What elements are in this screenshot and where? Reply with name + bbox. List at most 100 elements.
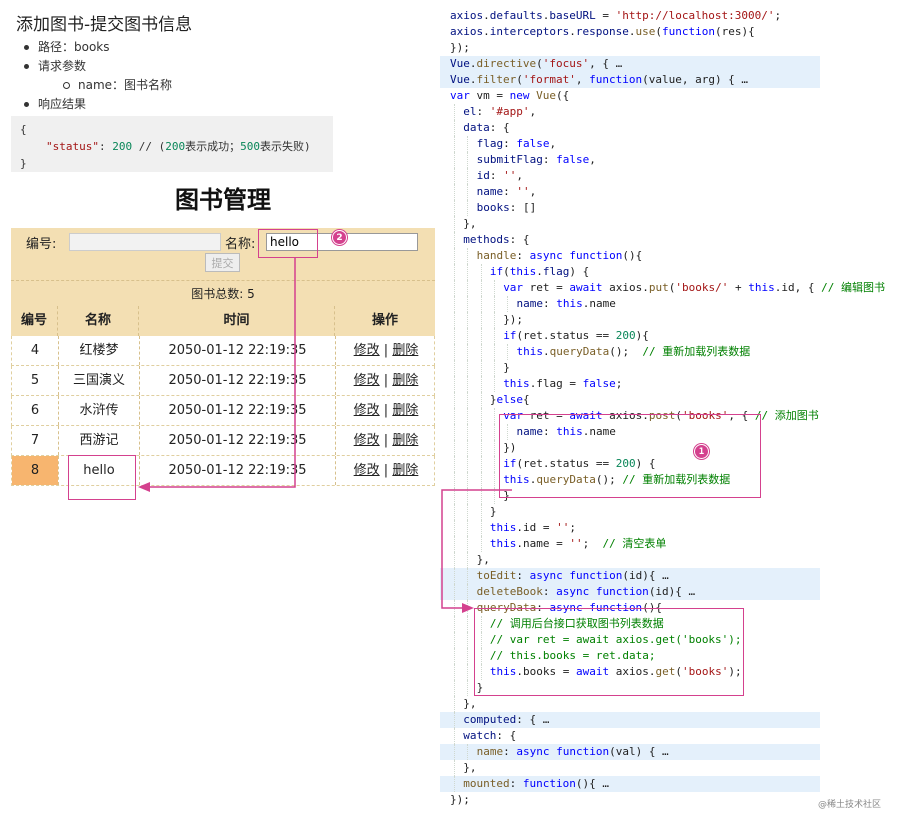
- indent-guide: [467, 200, 469, 216]
- code-line: },: [440, 552, 820, 568]
- code-token: '': [569, 537, 583, 550]
- action-separator: |: [383, 463, 389, 478]
- indent-guide: [480, 280, 482, 296]
- id-input[interactable]: [69, 233, 221, 251]
- code-token: // 重新加载列表数据: [642, 345, 751, 358]
- indent-guide: [454, 104, 455, 120]
- indent-guide: [493, 312, 495, 328]
- code-line: var ret = await axios.put('books/' + thi…: [440, 280, 885, 296]
- code-token: Vue: [450, 57, 470, 70]
- delete-link[interactable]: 删除: [392, 373, 418, 388]
- code-token: (){: [575, 777, 596, 790]
- delete-link[interactable]: 删除: [392, 463, 418, 478]
- code-token: queryData: [549, 345, 610, 358]
- code-token: : []: [509, 201, 537, 214]
- code-line: this.queryData(); // 重新加载列表数据: [440, 344, 820, 360]
- table-header: 编号 名称 时间 操作: [11, 306, 435, 336]
- indent-guide: [454, 248, 455, 264]
- indent-guide: [467, 392, 469, 408]
- code-line: flag: false,: [440, 136, 820, 152]
- cell-id: 5: [30, 373, 40, 388]
- indent-guide: [454, 536, 455, 552]
- indent-guide: [493, 360, 495, 376]
- table-row: 4 红楼梦 2050-01-12 22:19:35 修改 | 删除: [11, 336, 435, 366]
- indent-guide: [480, 312, 482, 328]
- code-token: :: [542, 585, 557, 598]
- indent-guide: [507, 296, 509, 312]
- code-token: this: [503, 377, 530, 390]
- code-token: :: [503, 137, 517, 150]
- cell-actions: 修改 | 删除: [335, 336, 436, 365]
- code-token: ;: [774, 9, 782, 22]
- indent-guide: [467, 440, 469, 456]
- code-token: ({: [556, 89, 570, 102]
- code-token: (val) {: [609, 745, 656, 758]
- code-token: computed: [463, 713, 517, 726]
- indent-guide: [480, 296, 482, 312]
- doc-subitem-name: name：图书名称: [22, 76, 172, 95]
- code-line: submitFlag: false,: [440, 152, 820, 168]
- delete-link[interactable]: 删除: [392, 343, 418, 358]
- code-token: directive: [476, 57, 537, 70]
- code-token: .id =: [516, 521, 557, 534]
- code-token: ) {: [569, 265, 590, 278]
- submit-button[interactable]: 提交: [205, 253, 240, 272]
- indent-guide: [467, 568, 469, 584]
- edit-link[interactable]: 修改: [354, 433, 380, 448]
- total-count: 图书总数: 5: [11, 280, 435, 306]
- code-line: });: [440, 792, 820, 808]
- indent-guide: [454, 744, 455, 760]
- code-token: …: [655, 569, 669, 582]
- code-token: ;: [569, 521, 577, 534]
- delete-link[interactable]: 删除: [392, 403, 418, 418]
- code-token: }: [489, 393, 497, 406]
- indent-guide: [454, 552, 455, 568]
- code-token: 200: [615, 329, 636, 342]
- code-token: interceptors: [489, 25, 570, 38]
- code-token: :: [542, 153, 557, 166]
- code-token: false: [582, 377, 616, 390]
- code-token: deleteBook: [476, 585, 543, 598]
- indent-guide: [493, 408, 495, 424]
- code-token: : {: [509, 233, 530, 246]
- code-token: .: [536, 265, 543, 278]
- code-token: : {: [489, 121, 510, 134]
- code-token: function: [595, 585, 649, 598]
- highlight-add-book-code: [499, 414, 761, 498]
- edit-link[interactable]: 修改: [354, 463, 380, 478]
- code-token: el: [463, 105, 477, 118]
- code-line: id: '',: [440, 168, 820, 184]
- code-line: methods: {: [440, 232, 820, 248]
- edit-link[interactable]: 修改: [354, 373, 380, 388]
- code-line-folded: Vue.directive('focus', { …: [440, 56, 820, 72]
- action-separator: |: [383, 373, 389, 388]
- code-fail-code: 500: [240, 140, 260, 153]
- code-token: :: [489, 169, 504, 182]
- code-line: },: [440, 760, 820, 776]
- code-line: this.flag = false;: [440, 376, 820, 392]
- code-status-line: "status": 200 // (200表示成功；500表示失败): [46, 140, 311, 153]
- code-token: :: [516, 569, 530, 582]
- code-line: });: [440, 312, 820, 328]
- code-success-text: 表示成功；: [185, 140, 241, 153]
- indent-guide: [454, 472, 455, 488]
- cell-id: 6: [30, 403, 40, 418]
- code-token: (id){: [622, 569, 656, 582]
- code-token: …: [734, 73, 749, 86]
- code-token: : {: [516, 713, 537, 726]
- code-token: function: [556, 745, 610, 758]
- indent-guide: [454, 520, 455, 536]
- col-name-header: 名称: [57, 306, 138, 336]
- doc-title: 添加图书-提交图书信息: [16, 15, 193, 35]
- code-token: …: [595, 777, 610, 790]
- edit-link[interactable]: 修改: [354, 343, 380, 358]
- code-token: …: [681, 585, 696, 598]
- indent-guide: [454, 680, 455, 696]
- indent-guide: [467, 552, 469, 568]
- indent-guide: [467, 328, 469, 344]
- indent-guide: [480, 472, 482, 488]
- edit-link[interactable]: 修改: [354, 403, 380, 418]
- code-token: .flag =: [529, 377, 583, 390]
- code-line: axios.defaults.baseURL = 'http://localho…: [440, 8, 820, 24]
- delete-link[interactable]: 删除: [392, 433, 418, 448]
